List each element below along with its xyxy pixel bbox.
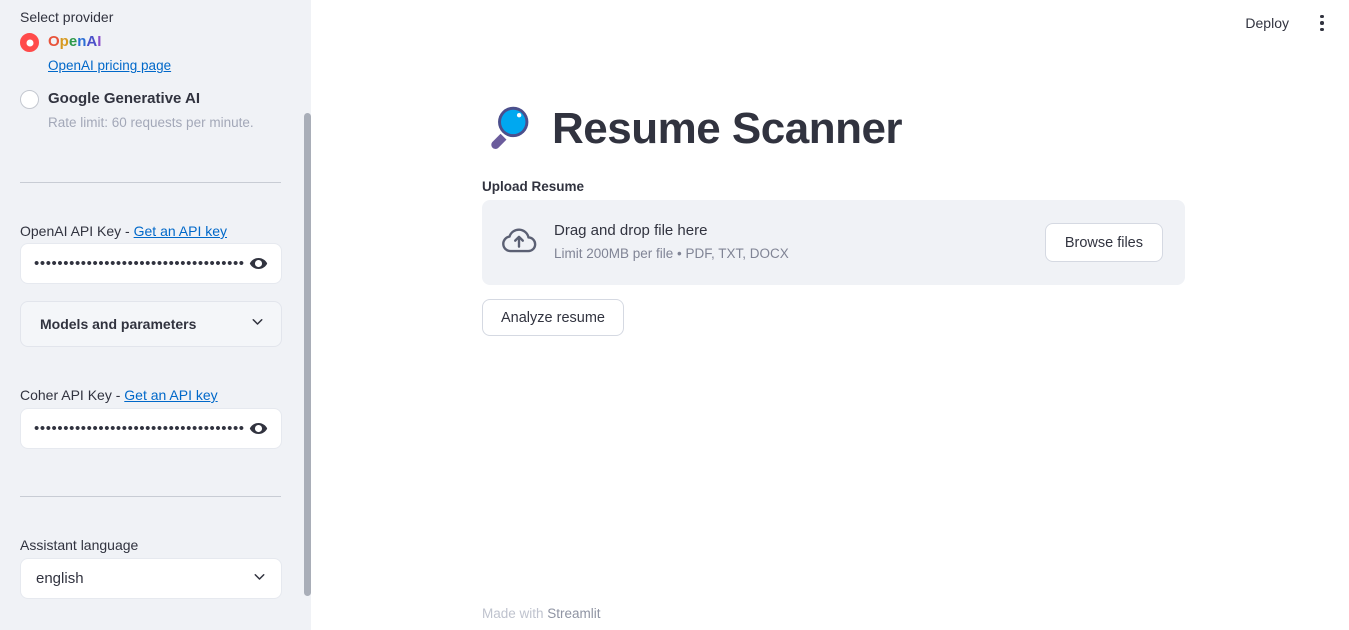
- sidebar-divider-1: [20, 182, 281, 183]
- streamlit-app: Select provider OpenAI OpenAI pricing pa…: [0, 0, 1349, 630]
- coher-get-api-key-link[interactable]: Get an API key: [124, 387, 217, 403]
- dropzone-title: Drag and drop file here: [554, 221, 708, 239]
- radio-label-google: Google Generative AI: [48, 89, 200, 107]
- openai-api-key-input[interactable]: ••••••••••••••••••••••••••••••••••••••••…: [20, 243, 282, 284]
- provider-radio-group[interactable]: OpenAI OpenAI pricing page Google Genera…: [20, 30, 291, 144]
- streamlit-brand-link[interactable]: Streamlit: [547, 606, 600, 621]
- radio-option-google[interactable]: Google Generative AI: [20, 87, 291, 110]
- chevron-down-icon: [251, 568, 268, 590]
- footer: Made with Streamlit: [482, 606, 601, 621]
- dropzone-hint: Limit 200MB per file • PDF, TXT, DOCX: [554, 246, 789, 262]
- openai-api-key-value: ••••••••••••••••••••••••••••••••••••••••…: [34, 255, 245, 272]
- cloud-upload-icon: [500, 221, 538, 264]
- analyze-resume-button[interactable]: Analyze resume: [482, 299, 624, 336]
- coher-api-key-label: Coher API Key - Get an API key: [20, 384, 218, 406]
- chevron-down-icon: [249, 313, 266, 335]
- radio-dot-openai[interactable]: [20, 33, 39, 52]
- openai-api-key-label: OpenAI API Key - Get an API key: [20, 220, 227, 242]
- radio-option-openai[interactable]: OpenAI: [20, 30, 291, 53]
- openai-get-api-key-link[interactable]: Get an API key: [134, 223, 227, 239]
- openai-pricing-link[interactable]: OpenAI pricing page: [48, 58, 171, 73]
- coher-api-key-label-text: Coher API Key -: [20, 387, 125, 403]
- openai-api-key-label-text: OpenAI API Key -: [20, 223, 134, 239]
- eye-icon[interactable]: [245, 416, 271, 442]
- assistant-language-label: Assistant language: [20, 537, 139, 553]
- topbar: Deploy: [1239, 0, 1349, 46]
- coher-api-key-input[interactable]: ••••••••••••••••••••••••••••••••••••••••…: [20, 408, 282, 449]
- radio-dot-google[interactable]: [20, 89, 39, 109]
- browse-files-button[interactable]: Browse files: [1044, 223, 1163, 262]
- page-title: Resume Scanner: [552, 104, 903, 154]
- openai-pricing-caption: OpenAI pricing page: [48, 55, 291, 77]
- sidebar: Select provider OpenAI OpenAI pricing pa…: [0, 0, 311, 630]
- uploader-text-block: Drag and drop file here Limit 200MB per …: [554, 220, 1045, 265]
- coher-api-key-value: ••••••••••••••••••••••••••••••••••••••••…: [34, 420, 245, 437]
- more-vertical-icon[interactable]: [1311, 10, 1333, 36]
- select-provider-label: Select provider: [20, 9, 114, 25]
- eye-icon[interactable]: [245, 251, 271, 277]
- sidebar-divider-2: [20, 496, 281, 497]
- models-expander-label: Models and parameters: [40, 316, 197, 332]
- deploy-button[interactable]: Deploy: [1239, 11, 1295, 35]
- footer-made-with-text: Made with: [482, 606, 548, 621]
- google-rate-limit-caption: Rate limit: 60 requests per minute.: [48, 115, 254, 131]
- file-uploader-dropzone[interactable]: Drag and drop file here Limit 200MB per …: [482, 200, 1185, 285]
- upload-resume-label: Upload Resume: [482, 179, 585, 194]
- assistant-language-select[interactable]: english: [20, 558, 282, 599]
- assistant-language-value: english: [36, 570, 84, 587]
- radio-label-openai: OpenAI: [48, 33, 102, 50]
- page-header: Resume Scanner: [482, 100, 903, 159]
- magnifying-glass-icon: [482, 100, 536, 159]
- sidebar-scrollbar[interactable]: [304, 113, 311, 596]
- main-content: Resume Scanner Upload Resume Drag and dr…: [311, 0, 1349, 630]
- models-and-parameters-expander[interactable]: Models and parameters: [20, 301, 282, 347]
